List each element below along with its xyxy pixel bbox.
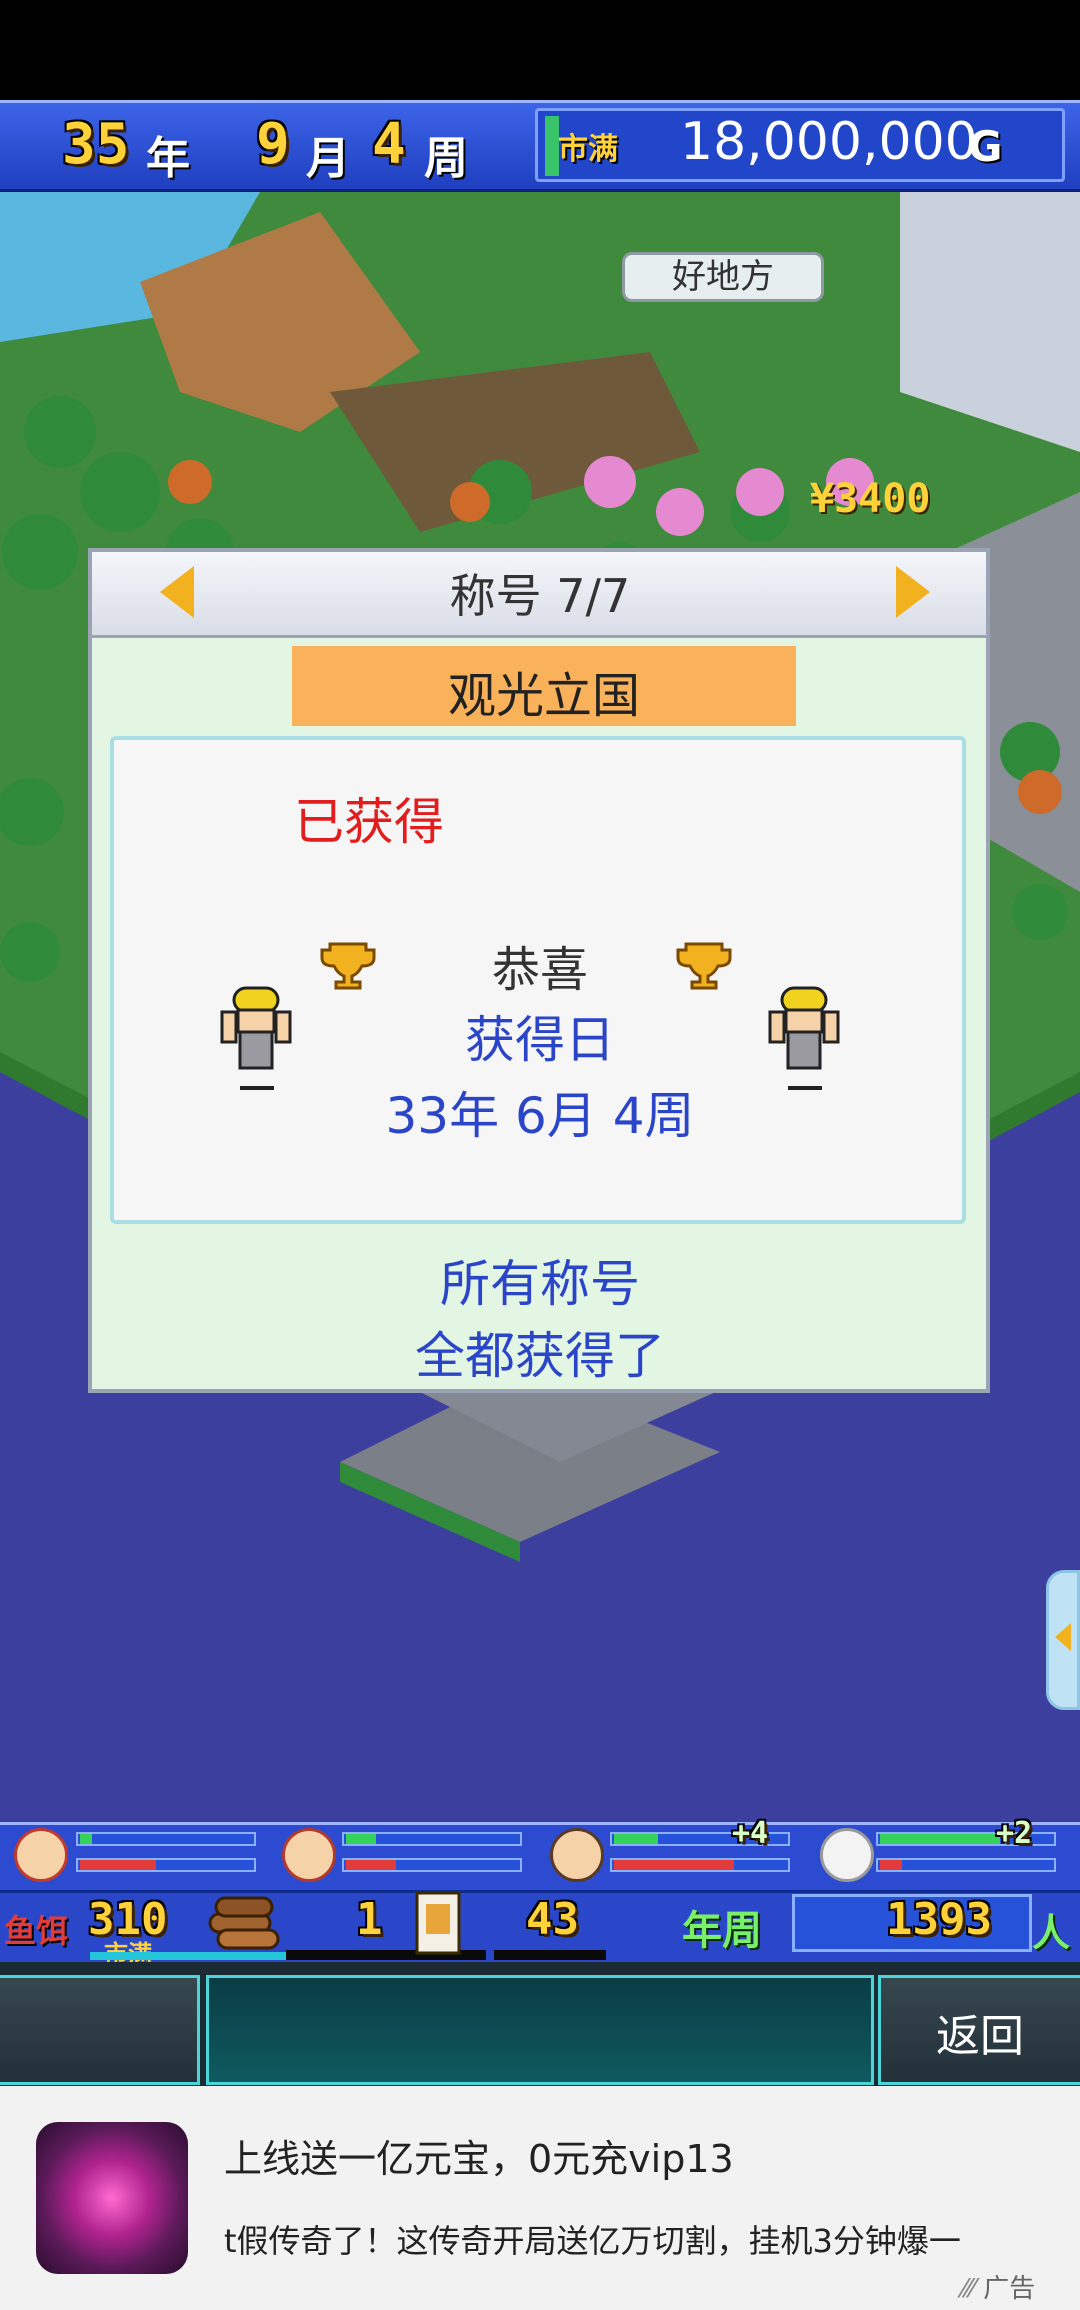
city-tag-label: 市满 (558, 132, 618, 167)
nav-center-panel[interactable] (206, 1975, 874, 2085)
stress-fill (80, 1860, 156, 1870)
stress-fill (880, 1860, 902, 1870)
month-unit: 月 (306, 133, 350, 184)
stress-fill (346, 1860, 396, 1870)
cheering-worker-icon (220, 986, 292, 1090)
next-arrow-icon[interactable] (896, 566, 930, 618)
ad-label: ⁄⁄⁄ 广告 (962, 2268, 1035, 2305)
side-arrow-icon (1055, 1623, 1071, 1651)
week-number: 4 (372, 112, 406, 177)
card-icon (415, 1891, 461, 1955)
city-gauge-bar (545, 116, 559, 176)
top-blank-area (0, 0, 1080, 100)
happiness-fill (80, 1834, 92, 1844)
happiness-bar (76, 1832, 256, 1846)
wood-value: 1 (356, 1894, 383, 1945)
ad-description[interactable]: t假传奇了！这传奇开局送亿万切割，挂机3分钟爆一 (224, 2216, 1054, 2262)
resident-bonus: +2 (996, 1816, 1033, 1851)
population-unit: 人 (1032, 1911, 1071, 1955)
trophy-icon (676, 942, 732, 990)
nav-left-button[interactable] (0, 1975, 200, 2085)
population-value: 1393 (886, 1894, 992, 1945)
title-name: 观光立国 (447, 668, 640, 724)
stress-fill (614, 1860, 734, 1870)
card-gauge (494, 1950, 606, 1960)
trophy-icon (320, 942, 376, 990)
farmer-face-icon[interactable] (14, 1828, 68, 1882)
monk-face-icon[interactable] (282, 1828, 336, 1882)
week-unit: 周 (424, 133, 468, 184)
ad-title[interactable]: 上线送一亿元宝，0元充vip13 (224, 2128, 734, 2183)
card-value: 43 (526, 1894, 579, 1945)
side-drawer-tab[interactable] (1046, 1570, 1080, 1710)
wood-log-icon (208, 1896, 280, 1950)
back-button-label: 返回 (936, 2011, 1024, 2062)
stress-bar (876, 1858, 1056, 1872)
boy-face-icon[interactable] (550, 1828, 604, 1882)
congrats-text: 恭喜 (491, 942, 588, 998)
obtained-status: 已获得 (294, 793, 444, 851)
place-label-sign[interactable]: 好地方 (622, 252, 824, 302)
year-number: 35 (62, 112, 130, 177)
bait-label: 鱼饵 (4, 1912, 69, 1950)
obtained-date-value: 33年 6月 4周 (385, 1087, 695, 1145)
month-number: 9 (256, 112, 290, 177)
ad-logo-icon: ⁄⁄⁄ (962, 2274, 984, 2304)
period-label: 年周 (682, 1908, 762, 1954)
all-titles-line1: 所有称号 (440, 1255, 640, 1313)
ad-app-icon[interactable] (36, 2122, 188, 2274)
elder-face-icon[interactable] (820, 1828, 874, 1882)
happiness-fill (614, 1834, 658, 1844)
money-amount: 18,000,000 (680, 112, 978, 172)
happiness-fill (880, 1834, 1000, 1844)
dialog-title: 称号 7/7 (449, 569, 631, 623)
prev-arrow-icon[interactable] (160, 566, 194, 618)
obtained-date-label: 获得日 (465, 1011, 615, 1069)
year-unit: 年 (146, 133, 190, 184)
price-popup: ¥3400 (810, 476, 931, 522)
happiness-fill (346, 1834, 376, 1844)
money-unit: G (968, 122, 1003, 171)
resident-bonus: +4 (732, 1816, 769, 1851)
ad-label-text: 广告 (983, 2274, 1036, 2304)
all-titles-line2: 全都获得了 (415, 1327, 665, 1385)
